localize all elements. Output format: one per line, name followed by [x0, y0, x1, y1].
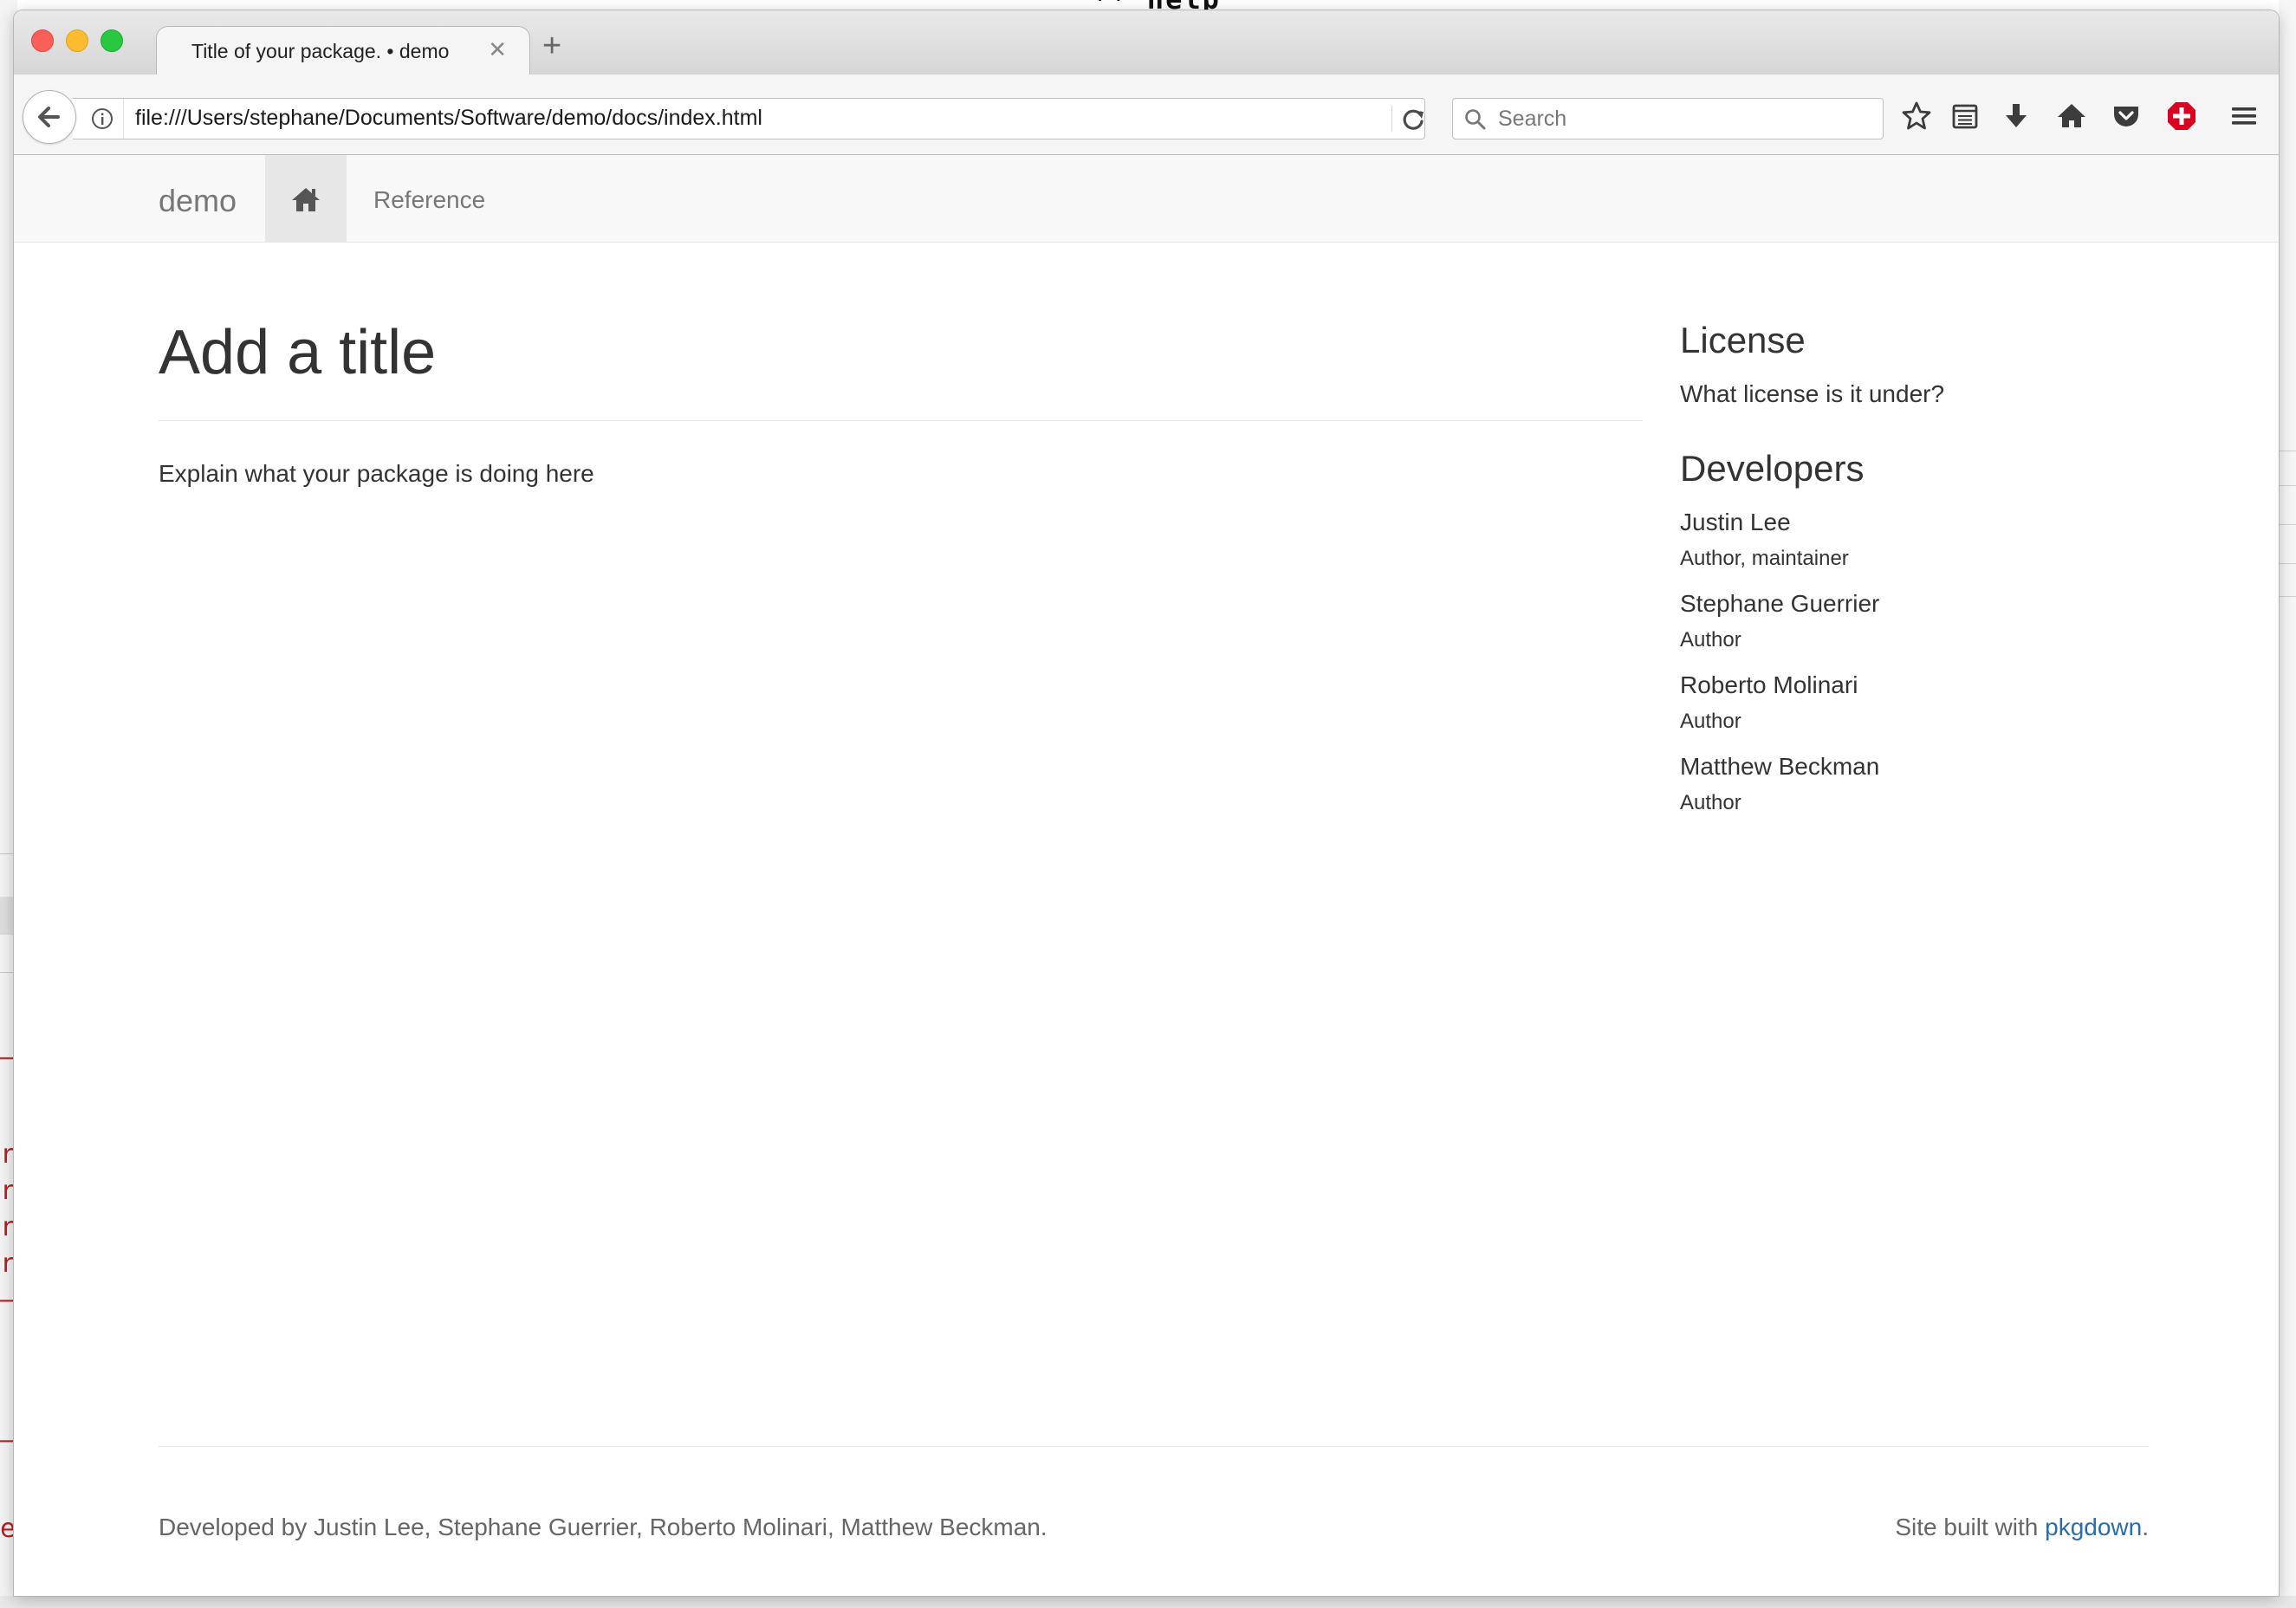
license-heading: License [1680, 320, 1806, 360]
pocket-icon[interactable] [2109, 99, 2144, 133]
web-page: demo Reference Add a title Explain what … [14, 155, 2279, 1596]
divider [123, 99, 124, 139]
background-right-pane [2279, 0, 2296, 1608]
pkgdown-link[interactable]: pkgdown [2045, 1514, 2142, 1540]
background-bottom-strip [0, 1596, 2296, 1608]
site-brand-link[interactable]: demo [159, 183, 237, 219]
nav-reference-link[interactable]: Reference [373, 186, 485, 214]
home-icon[interactable] [2054, 99, 2089, 133]
browser-window: Title of your package. • demo ✕ + file:/… [14, 10, 2279, 1596]
search-placeholder: Search [1498, 107, 1567, 131]
intro-text: Explain what your package is doing here [159, 460, 594, 487]
browser-toolbar: file:///Users/stephane/Documents/Softwar… [14, 75, 2279, 155]
home-icon [292, 188, 320, 211]
developers-heading: Developers [1680, 448, 1865, 489]
back-button[interactable] [23, 90, 76, 144]
back-arrow-icon [38, 107, 60, 127]
developer-name: Roberto Molinari [1680, 671, 1858, 698]
developer-role: Author [1680, 628, 1741, 652]
window-minimize-button[interactable] [66, 29, 88, 52]
tab-close-icon[interactable]: ✕ [488, 36, 507, 63]
divider [159, 1446, 2149, 1447]
background-terminal: ** help [1074, 0, 2279, 10]
star-icon[interactable] [1899, 99, 1934, 133]
search-input[interactable]: Search [1452, 98, 1884, 139]
developer-name: Matthew Beckman [1680, 753, 1880, 780]
footer-suffix: . [2142, 1514, 2149, 1540]
window-close-button[interactable] [31, 29, 54, 52]
title-bar: Title of your package. • demo ✕ + [14, 10, 2279, 77]
site-navbar: demo Reference [14, 155, 2279, 243]
developer-name: Justin Lee [1680, 509, 1791, 535]
divider [2279, 596, 2296, 597]
divider [2279, 563, 2296, 564]
divider [1391, 106, 1392, 132]
footer-prefix: Site built with [1895, 1514, 2046, 1540]
divider [159, 420, 1643, 421]
page-title: Add a title [159, 318, 437, 387]
url-bar[interactable]: file:///Users/stephane/Documents/Softwar… [73, 98, 1425, 139]
developer-role: Author, maintainer [1680, 547, 1849, 570]
divider [2279, 524, 2296, 525]
footer-built-with: Site built with pkgdown. [1895, 1514, 2149, 1541]
developer-role: Author [1680, 791, 1741, 814]
new-tab-button[interactable]: + [542, 29, 561, 62]
url-text[interactable]: file:///Users/stephane/Documents/Softwar… [135, 106, 762, 131]
download-icon[interactable] [1999, 99, 2033, 133]
terminal-text: ** help [1092, 0, 1221, 10]
reading-list-icon[interactable] [1948, 99, 1982, 133]
menu-icon[interactable] [2227, 99, 2261, 133]
info-icon[interactable] [90, 107, 114, 131]
license-text: What license is it under? [1680, 380, 1945, 407]
divider [2279, 485, 2296, 486]
tab-title: Title of your package. • demo [191, 40, 450, 62]
footer-credits: Developed by Justin Lee, Stephane Guerri… [159, 1514, 1047, 1540]
reload-icon[interactable] [1398, 104, 1430, 135]
nav-home-link[interactable] [265, 155, 347, 242]
window-maximize-button[interactable] [101, 29, 123, 52]
browser-tab[interactable]: Title of your package. • demo ✕ [156, 26, 530, 77]
addon-plus-icon[interactable] [2164, 99, 2199, 133]
developer-role: Author [1680, 710, 1741, 733]
developer-name: Stephane Guerrier [1680, 590, 1880, 617]
search-icon [1465, 109, 1486, 130]
